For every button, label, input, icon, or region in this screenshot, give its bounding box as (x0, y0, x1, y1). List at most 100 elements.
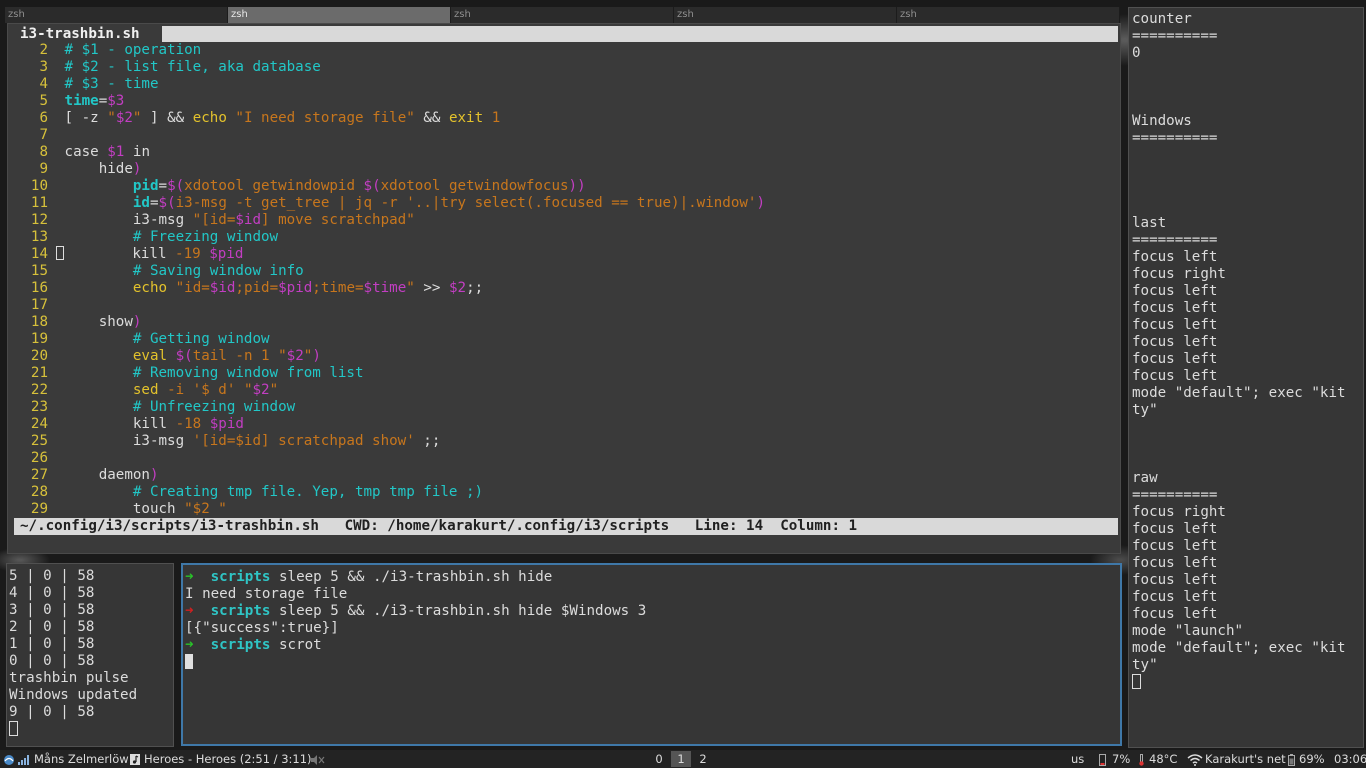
status-bar: Måns Zelmerlöw Heroes - Heroes (2:51 / 3… (0, 750, 1366, 768)
terminal-window[interactable]: ➜ scripts sleep 5 && ./i3-trashbin.sh hi… (181, 563, 1122, 746)
code-area[interactable]: 2 # $1 - operation 3 # $2 - list file, ak… (8, 42, 765, 518)
workspace-2[interactable]: 2 (693, 751, 713, 767)
panel-line: focus left (1132, 538, 1218, 554)
keyboard-layout[interactable]: us (1071, 750, 1084, 768)
gutter (48, 399, 56, 416)
log-line: Windows updated (9, 687, 138, 703)
panel-line (1132, 436, 1360, 453)
gutter-space (56, 416, 65, 432)
line-number: 5 (39, 93, 48, 109)
player-icon[interactable] (3, 750, 15, 768)
code-token: = (98, 93, 108, 109)
prompt-directory: scripts (210, 603, 271, 619)
tab-2[interactable]: zsh (228, 7, 451, 23)
gutter-space (56, 212, 65, 228)
panel-line (1132, 181, 1360, 198)
line-number: 18 (30, 314, 48, 330)
log-line: trashbin pulse (9, 670, 129, 686)
editor-status-line: ~/.config/i3/scripts/i3-trashbin.sh CWD:… (14, 518, 1118, 535)
command-output: [{"success":true}] (185, 620, 339, 636)
clock[interactable]: 03:06 (1334, 750, 1366, 768)
panel-line: focus left (1132, 555, 1218, 571)
code-token: $( (175, 348, 193, 364)
wifi-icon[interactable] (1187, 750, 1203, 768)
panel-line (1132, 164, 1360, 181)
code-line: 12 i3-msg "[id=$id] move scratchpad" (8, 212, 765, 229)
code-token: )) (568, 178, 586, 194)
battery-level: 69% (1299, 752, 1325, 766)
gutter-space (56, 467, 65, 483)
tab-5[interactable]: zsh (897, 7, 1120, 23)
code-token: echo (132, 280, 168, 296)
line-number: 4 (39, 76, 48, 92)
line-number: 3 (39, 59, 48, 75)
line-number: 16 (30, 280, 48, 296)
editor-window[interactable]: i3-trashbin.sh 2 # $1 - operation 3 # $2 … (7, 23, 1121, 554)
log-line: 0 | 0 | 58 (9, 653, 95, 669)
panel-line: focus left (1132, 300, 1218, 316)
line-number: 6 (39, 110, 48, 126)
network-name[interactable]: Karakurt's net (1205, 750, 1286, 768)
file-tab-name[interactable]: i3-trashbin.sh (14, 26, 162, 42)
code-token: = (149, 195, 159, 211)
panel-line: ========== (1132, 232, 1218, 248)
log-terminal[interactable]: 5 | 0 | 58 4 | 0 | 58 3 | 0 | 58 2 | 0 | 58… (6, 563, 174, 747)
code-line: 28 # Creating tmp file. Yep, tmp tmp fil… (8, 484, 765, 501)
gutter (48, 42, 56, 59)
code-token: i3-msg (64, 212, 193, 228)
line-number: 28 (30, 484, 48, 500)
gutter (48, 93, 56, 110)
code-token: $2 (252, 382, 270, 398)
gutter-space (56, 331, 65, 347)
output-line: I need storage file (185, 586, 1118, 603)
gutter-space (56, 127, 65, 143)
mute-icon[interactable] (311, 750, 325, 768)
panel-line: focus left (1132, 521, 1218, 537)
code-line: 24 kill -18 $pid (8, 416, 765, 433)
prompt-line: ➜ scripts sleep 5 && ./i3-trashbin.sh hi… (185, 569, 1118, 586)
code-token: # $2 - list file, aka database (64, 59, 321, 75)
tab-4[interactable]: zsh (674, 7, 897, 23)
player-artist[interactable]: Måns Zelmerlöw (34, 750, 129, 768)
line-number: 14 (30, 246, 48, 262)
input-line[interactable] (185, 654, 1118, 672)
battery-icon (1288, 750, 1295, 768)
panel-line: focus left (1132, 606, 1218, 622)
panel-line: focus left (1132, 572, 1218, 588)
code-token: touch (64, 501, 185, 517)
code-line: 26 (8, 450, 765, 467)
code-line: 21 # Removing window from list (8, 365, 765, 382)
info-panel[interactable]: counter ========== 0 Windows ========== las… (1128, 7, 1364, 748)
tab-3[interactable]: zsh (451, 7, 674, 23)
panel-line: focus left (1132, 249, 1218, 265)
panel-line: mode "default"; exec "kit (1132, 640, 1346, 656)
workspace-0[interactable]: 0 (649, 751, 669, 767)
code-line: 4 # $3 - time (8, 76, 765, 93)
gutter (48, 246, 56, 263)
tab-1[interactable]: zsh (5, 7, 228, 23)
code-token: ) (756, 195, 766, 211)
line-number: 9 (39, 161, 48, 177)
workspace-1[interactable]: 1 (671, 751, 691, 767)
code-token: 1 (491, 110, 501, 126)
line-number: 2 (39, 42, 48, 58)
code-token: ] move scratchpad" (261, 212, 415, 228)
panel-line (1132, 419, 1360, 436)
code-token: kill (64, 416, 176, 432)
code-line: 5 time=$3 (8, 93, 765, 110)
gutter (48, 178, 56, 195)
panel-line (1132, 147, 1360, 164)
code-token: $( (363, 178, 381, 194)
gutter-space (56, 178, 65, 194)
gutter-space (56, 433, 65, 449)
gutter (48, 59, 56, 76)
panel-line: focus left (1132, 589, 1218, 605)
code-token: " (269, 382, 279, 398)
panel-line: focus right (1132, 504, 1226, 520)
player-track[interactable]: Heroes - Heroes (2:51 / 3:11) (144, 750, 312, 768)
code-token: '[id=$id] scratchpad show' (192, 433, 415, 449)
